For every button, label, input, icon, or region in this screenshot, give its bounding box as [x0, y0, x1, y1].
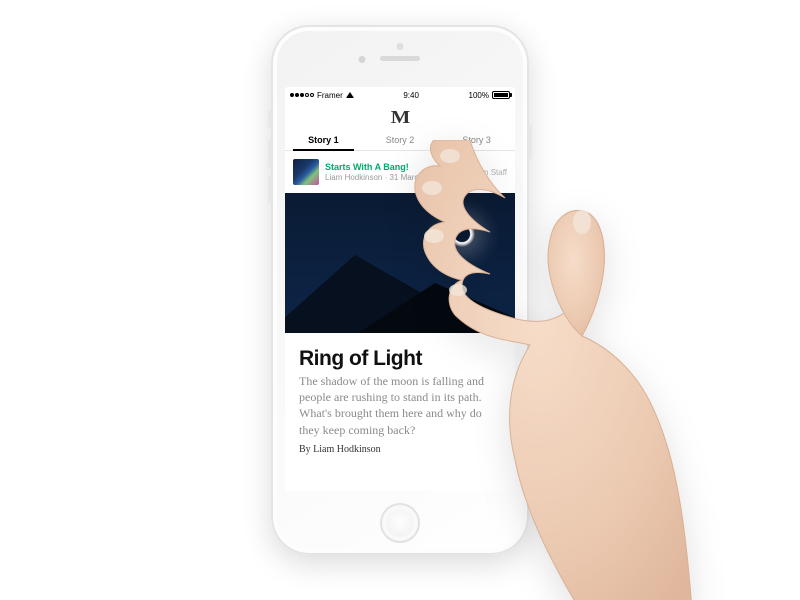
screen: Framer 9:40 100% M Story 1 Story 2: [285, 87, 515, 491]
front-camera: [359, 56, 366, 63]
author-prefix: By: [299, 444, 313, 455]
mountain-shape: [355, 283, 515, 333]
home-button[interactable]: [380, 503, 420, 543]
phone-frame: Framer 9:40 100% M Story 1 Story 2: [271, 25, 529, 555]
stage: Framer 9:40 100% M Story 1 Story 2: [0, 0, 800, 600]
staff-pick-badge[interactable]: ♡ Medium Staff: [450, 168, 507, 177]
mute-switch: [268, 110, 271, 128]
hero-image: [285, 193, 515, 333]
article-author-line: By Liam Hodkinson: [299, 444, 501, 455]
tab-story-2[interactable]: Story 2: [362, 130, 439, 150]
medium-logo-icon: M: [391, 107, 409, 128]
article-dek: The shadow of the moon is falling and pe…: [299, 373, 501, 438]
battery-icon: [492, 91, 510, 99]
status-left: Framer: [290, 91, 354, 100]
signal-dots-icon: [290, 93, 314, 97]
proximity-sensor: [397, 43, 404, 50]
volume-down-btn: [268, 175, 271, 203]
app-header: M: [285, 103, 515, 130]
heart-icon: ♡: [450, 168, 457, 177]
collection-thumbnail: [293, 159, 319, 185]
collection-name: Starts With A Bang!: [325, 162, 444, 173]
carrier-label: Framer: [317, 91, 343, 100]
story-meta-text: Starts With A Bang! Liam Hodkinson · 31 …: [325, 162, 444, 182]
article-author: Liam Hodkinson: [313, 444, 381, 455]
byline: Liam Hodkinson · 31 March: [325, 173, 444, 183]
staff-pick-label: Medium Staff: [460, 168, 507, 177]
tab-label: Story 2: [386, 135, 415, 145]
story-meta[interactable]: Starts With A Bang! Liam Hodkinson · 31 …: [285, 151, 515, 193]
volume-up-btn: [268, 140, 271, 168]
article-headline: Ring of Light: [299, 347, 501, 371]
article-body[interactable]: Ring of Light The shadow of the moon is …: [285, 333, 515, 455]
battery-pct: 100%: [469, 91, 489, 100]
publish-date: 31 March: [389, 173, 422, 182]
status-right: 100%: [469, 91, 510, 100]
story-tabs: Story 1 Story 2 Story 3: [285, 130, 515, 151]
status-bar: Framer 9:40 100%: [285, 87, 515, 103]
tab-story-1[interactable]: Story 1: [285, 130, 362, 150]
earpiece-speaker: [380, 56, 420, 61]
eclipse-icon: [449, 221, 475, 247]
tab-story-3[interactable]: Story 3: [438, 130, 515, 150]
tab-label: Story 3: [462, 135, 491, 145]
clock: 9:40: [403, 91, 419, 100]
power-btn: [529, 125, 532, 159]
wifi-icon: [346, 92, 354, 98]
tab-label: Story 1: [308, 135, 339, 145]
author-name: Liam Hodkinson: [325, 173, 382, 182]
